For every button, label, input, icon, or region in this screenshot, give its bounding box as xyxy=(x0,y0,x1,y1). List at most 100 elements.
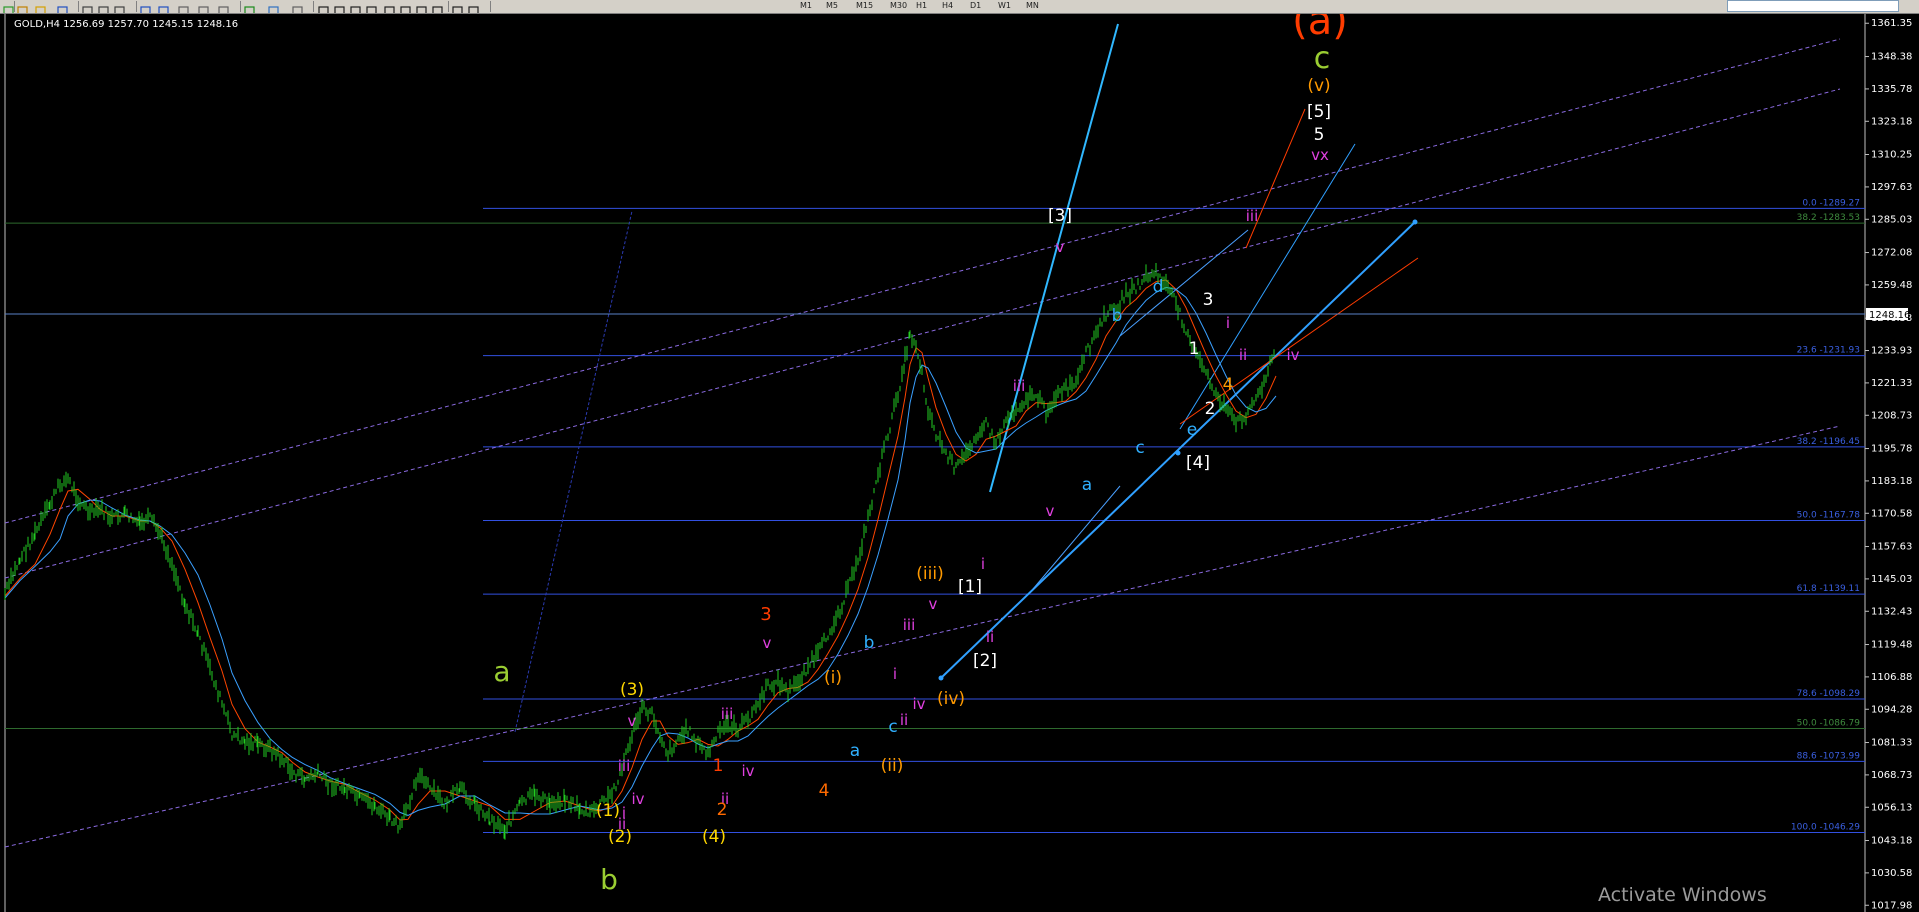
wave-label: b xyxy=(864,633,875,653)
profiles-icon[interactable] xyxy=(17,1,28,13)
trendline-anchor-point[interactable] xyxy=(938,675,944,681)
timeframe-d1[interactable]: D1 xyxy=(970,0,981,12)
y-tick-label: 1068.73 xyxy=(1871,770,1912,781)
wave-label: iii xyxy=(1246,207,1259,225)
toolbar: M1 M5 M15 M30 H1 H4 D1 W1 MN xyxy=(0,0,1919,14)
line-chart-icon[interactable] xyxy=(82,1,93,13)
fib-level-label: 23.6 -1231.93 xyxy=(1797,346,1860,356)
cursor-icon[interactable] xyxy=(318,1,329,13)
toolbar-separator xyxy=(14,1,15,12)
wave-label: i xyxy=(1226,314,1230,332)
wave-label: [4] xyxy=(1186,453,1210,473)
autoscroll-icon[interactable] xyxy=(198,1,209,13)
y-tick-label: 1323.18 xyxy=(1871,116,1912,127)
fib-level-label: 50.0 -1086.79 xyxy=(1797,719,1861,729)
favorites-icon[interactable] xyxy=(35,1,46,13)
horizontal-line-icon[interactable] xyxy=(366,1,377,13)
wave-label: 5 xyxy=(1314,125,1325,145)
indicators-icon[interactable] xyxy=(244,1,255,13)
equidistant-channel-icon[interactable] xyxy=(400,1,411,13)
label-icon[interactable] xyxy=(452,1,463,13)
price-chart[interactable]: 0.0 -1289.2738.2 -1283.5323.6 -1231.9338… xyxy=(0,14,1919,912)
wave-label: v xyxy=(929,595,938,613)
y-tick-label: 1233.93 xyxy=(1871,346,1912,357)
new-chart-icon[interactable] xyxy=(3,1,14,13)
toolbar-separator xyxy=(448,1,449,12)
wave-label: d xyxy=(1153,277,1164,297)
y-tick-label: 1183.18 xyxy=(1871,476,1912,487)
timeframe-mn[interactable]: MN xyxy=(1026,0,1039,12)
wave-label: (ii) xyxy=(881,756,904,776)
fib-level-label: 78.6 -1098.29 xyxy=(1797,689,1861,699)
wave-label: c xyxy=(1135,438,1144,458)
wave-label: iii xyxy=(721,705,734,723)
trendline-icon[interactable] xyxy=(384,1,395,13)
toolbar-separator xyxy=(136,1,137,12)
y-tick-label: 1043.18 xyxy=(1871,836,1912,847)
y-tick-label: 1285.03 xyxy=(1871,214,1912,225)
wave-label: iv xyxy=(741,762,754,780)
wave-label: [2] xyxy=(973,651,997,671)
wave-label: iii xyxy=(1013,377,1026,395)
timeframe-m15[interactable]: M15 xyxy=(856,0,873,12)
fib-level-label: 38.2 -1283.53 xyxy=(1797,213,1860,223)
wave-label: v xyxy=(628,712,637,730)
zoom-in-icon[interactable] xyxy=(140,1,151,13)
wave-label: 2 xyxy=(717,800,728,820)
y-tick-label: 1157.63 xyxy=(1871,542,1912,553)
wave-label: 3 xyxy=(1203,290,1214,310)
y-tick-label: 1017.98 xyxy=(1871,900,1912,911)
wave-label: 2 xyxy=(1205,399,1216,419)
timeframe-h1[interactable]: H1 xyxy=(916,0,927,12)
timeframe-w1[interactable]: W1 xyxy=(998,0,1011,12)
tile-icon[interactable] xyxy=(178,1,189,13)
chart-shift-icon[interactable] xyxy=(218,1,229,13)
periods-icon[interactable] xyxy=(268,1,279,13)
wave-label: i xyxy=(893,665,897,683)
y-tick-label: 1208.73 xyxy=(1871,410,1912,421)
timeframe-m5[interactable]: M5 xyxy=(826,0,838,12)
y-tick-label: 1221.33 xyxy=(1871,378,1912,389)
wave-label: a xyxy=(493,655,510,688)
timeframe-h4[interactable]: H4 xyxy=(942,0,953,12)
wave-label: 4 xyxy=(819,781,830,801)
zoom-out-icon[interactable] xyxy=(158,1,169,13)
trendline-anchor-point[interactable] xyxy=(1412,219,1418,225)
fib-level-label: 61.8 -1139.11 xyxy=(1797,584,1860,594)
fib-level-label: 100.0 -1046.29 xyxy=(1791,823,1860,833)
wave-label: iii xyxy=(618,757,631,775)
fibonacci-icon[interactable] xyxy=(416,1,427,13)
timeframe-m30[interactable]: M30 xyxy=(890,0,907,12)
wave-label: ii xyxy=(986,628,994,646)
fib-level-label: 0.0 -1289.27 xyxy=(1802,198,1860,208)
templates-icon[interactable] xyxy=(292,1,303,13)
wave-label: (1) xyxy=(596,801,620,821)
save-icon[interactable] xyxy=(57,1,68,13)
y-tick-label: 1170.58 xyxy=(1871,508,1912,519)
wave-label: iv xyxy=(912,695,925,713)
wave-label: c xyxy=(888,717,897,737)
bar-chart-icon[interactable] xyxy=(98,1,109,13)
wave-label: 3 xyxy=(760,604,771,625)
wave-label: [3] xyxy=(1048,206,1072,226)
vertical-line-icon[interactable] xyxy=(350,1,361,13)
timeframe-m1[interactable]: M1 xyxy=(800,0,812,12)
wave-label: [1] xyxy=(958,577,982,597)
wave-label: v xyxy=(1046,502,1055,520)
crosshair-icon[interactable] xyxy=(334,1,345,13)
toolbar-separator xyxy=(490,1,491,12)
wave-label: (iv) xyxy=(937,689,965,709)
wave-label: v xyxy=(763,634,772,652)
search-input[interactable] xyxy=(1727,0,1899,12)
wave-label: (4) xyxy=(702,827,726,847)
toolbar-separator xyxy=(240,1,241,12)
arrows-icon[interactable] xyxy=(468,1,479,13)
candles-icon[interactable] xyxy=(114,1,125,13)
y-tick-label: 1335.78 xyxy=(1871,84,1912,95)
y-tick-label: 1297.63 xyxy=(1871,182,1912,193)
y-tick-label: 1132.43 xyxy=(1871,606,1912,617)
trendline-anchor-point[interactable] xyxy=(1175,450,1181,456)
text-icon[interactable] xyxy=(432,1,443,13)
wave-label: vx xyxy=(1311,146,1329,164)
wave-label: (3) xyxy=(620,680,644,700)
